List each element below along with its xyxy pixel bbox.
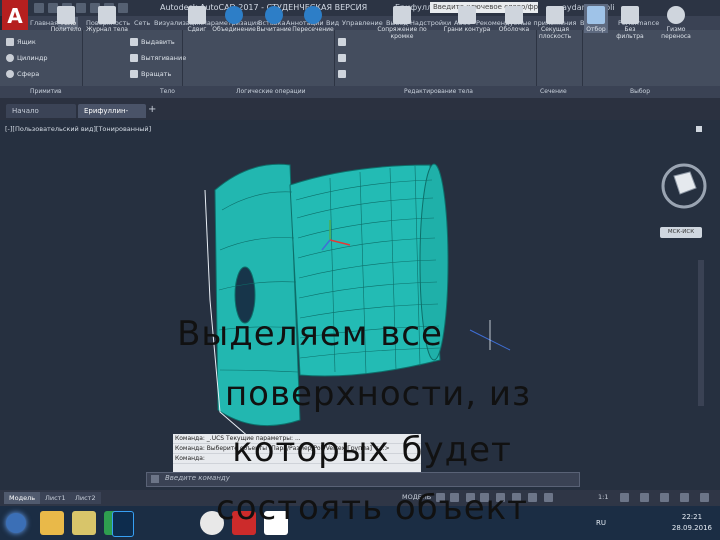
- fillet-edge-button[interactable]: Сопряжение по кромке: [366, 4, 438, 40]
- command-line-input[interactable]: Введите команду: [146, 472, 580, 487]
- ribbon-panel-titles: Примитив Тело Логические операции Редакт…: [0, 86, 720, 98]
- subtract-button[interactable]: Вычитание: [254, 4, 294, 33]
- doc-tab-current-drawing[interactable]: Ерифуллин-V1*: [78, 104, 146, 129]
- solid-edit-tool-1[interactable]: [338, 38, 349, 46]
- solid-history-icon: [98, 6, 116, 24]
- gizmo-icon: [667, 6, 685, 24]
- document-tab-bar: Начало Ерифуллин-V1* +: [0, 98, 720, 129]
- caption-line-1: Выделяем все: [177, 314, 443, 354]
- revolve-button[interactable]: Вращать: [130, 70, 171, 78]
- subtract-icon: [265, 6, 283, 24]
- culling-button[interactable]: Отбор: [584, 4, 608, 33]
- culling-icon: [587, 6, 605, 24]
- intersect-icon: [304, 6, 322, 24]
- view-cube[interactable]: [660, 162, 710, 224]
- face-edges-button[interactable]: Грани контура: [442, 4, 492, 33]
- section-plane-button[interactable]: Секущая плоскость: [538, 4, 572, 40]
- cylinder-button[interactable]: Цилиндр: [6, 54, 48, 62]
- sweep-icon: [188, 6, 206, 24]
- application-menu-button[interactable]: A: [2, 0, 28, 34]
- extrude-icon: [130, 38, 138, 46]
- command-close-icon[interactable]: [151, 475, 159, 483]
- new-tab-button[interactable]: +: [148, 104, 156, 115]
- edit-face-icon: [338, 38, 346, 46]
- solid-edit-tool-2[interactable]: [338, 54, 349, 62]
- polysolid-button[interactable]: Политело: [46, 4, 86, 33]
- shell-icon: [505, 6, 523, 24]
- revolve-icon: [130, 70, 138, 78]
- union-button[interactable]: Объединение: [212, 4, 256, 33]
- edit-edge-icon: [338, 54, 346, 62]
- ribbon-tab-mesh[interactable]: Сеть: [132, 17, 152, 29]
- new-file-icon[interactable]: [34, 3, 44, 13]
- extrude-button[interactable]: Выдавить: [130, 38, 175, 46]
- wcs-menu[interactable]: МСК-ИСК: [660, 227, 702, 238]
- panel-title-solid[interactable]: Тело: [160, 86, 175, 98]
- view-cube-face: [673, 171, 697, 195]
- panel-title-section[interactable]: Сечение: [540, 86, 567, 98]
- panel-title-boolean[interactable]: Логические операции: [236, 86, 306, 98]
- face-edges-icon: [458, 6, 476, 24]
- caption-line-4: состоять объект: [216, 488, 528, 528]
- union-icon: [225, 6, 243, 24]
- panel-title-selection[interactable]: Выбор: [630, 86, 650, 98]
- box-icon: [6, 38, 14, 46]
- sphere-button[interactable]: Сфера: [6, 70, 39, 78]
- no-filter-button[interactable]: Без фильтра: [610, 4, 650, 40]
- caption-line-3: которых будет: [232, 430, 512, 470]
- loft-icon: [130, 54, 138, 62]
- solid-edit-tool-3[interactable]: [338, 70, 349, 78]
- box-button[interactable]: Ящик: [6, 38, 36, 46]
- shell-button[interactable]: Оболочка: [494, 4, 534, 33]
- move-gizmo-button[interactable]: Гизмо переноса: [656, 4, 696, 40]
- solid-history-button[interactable]: Журнал тела: [84, 4, 130, 33]
- fillet-edge-icon: [393, 6, 411, 24]
- panel-title-solid-editing[interactable]: Редактирование тела: [404, 86, 473, 98]
- intersect-button[interactable]: Пересечение: [292, 4, 334, 33]
- doc-tab-start[interactable]: Начало: [6, 104, 76, 118]
- caption-line-2: поверхности, из: [224, 374, 532, 414]
- sphere-icon: [6, 70, 14, 78]
- sweep-button[interactable]: Сдвиг: [184, 4, 210, 33]
- polysolid-icon: [57, 6, 75, 24]
- edit-body-icon: [338, 70, 346, 78]
- panel-title-primitive[interactable]: Примитив: [30, 86, 62, 98]
- command-placeholder: Введите команду: [165, 474, 230, 482]
- cylinder-icon: [6, 54, 14, 62]
- filter-icon: [621, 6, 639, 24]
- section-plane-icon: [546, 6, 564, 24]
- loft-button[interactable]: Вытягивание: [130, 54, 186, 62]
